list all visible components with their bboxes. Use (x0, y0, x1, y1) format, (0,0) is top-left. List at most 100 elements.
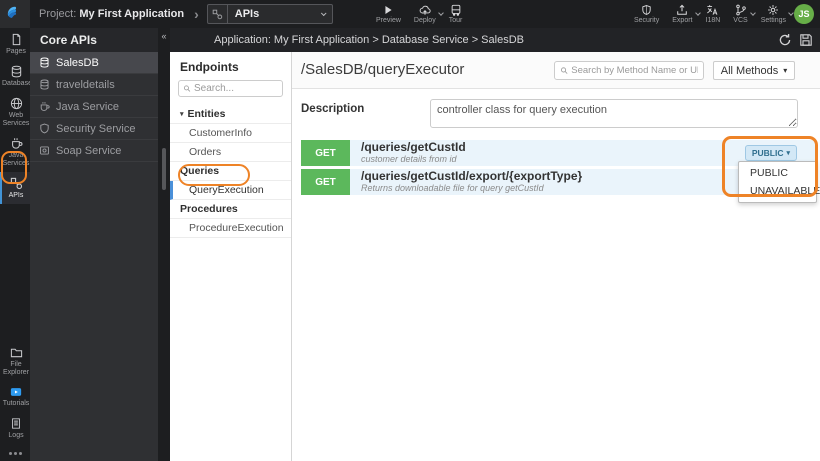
brand-logo-icon[interactable] (0, 0, 30, 28)
endpoint-item-orders[interactable]: Orders (170, 143, 291, 162)
core-apis-item-soap-service[interactable]: Soap Service (30, 140, 158, 162)
breadcrumb-bar: Application: My First Application > Data… (170, 28, 820, 52)
translate-icon (707, 5, 718, 15)
scrollbar-thumb[interactable] (162, 148, 166, 190)
refresh-icon (779, 34, 791, 46)
endpoints-group-procedures[interactable]: Procedures (170, 200, 291, 219)
bus-icon (451, 4, 460, 16)
caret-down-icon: ▾ (783, 66, 788, 75)
workspace-selector-dropdown[interactable]: APIs (206, 4, 333, 24)
database-icon (40, 79, 49, 90)
settings-button[interactable]: Settings (761, 4, 794, 24)
sidebar-item-file-explorer[interactable]: File Explorer (0, 341, 30, 381)
refresh-button[interactable] (778, 33, 792, 47)
project-breadcrumb: Project: My First Application (39, 8, 184, 20)
coffee-icon (40, 102, 50, 111)
method-search[interactable] (554, 61, 704, 80)
database-icon (40, 57, 49, 68)
access-level-dropdown-button[interactable]: PUBLIC ▾ (744, 145, 797, 161)
description-field[interactable]: controller class for query execution (430, 99, 798, 128)
save-button[interactable] (799, 33, 813, 47)
project-label: Project: (39, 8, 77, 20)
shield-icon (40, 123, 49, 134)
toolbar-right: Security Export I18N VCS Settings (634, 0, 794, 28)
access-option-unavailable[interactable]: UNAVAILABLE (739, 182, 820, 200)
access-option-public[interactable]: PUBLIC (739, 164, 816, 182)
method-filter-dropdown[interactable]: All Methods ▾ (713, 61, 795, 80)
endpoint-item-queryexecution[interactable]: QueryExecution (170, 181, 291, 200)
export-button[interactable]: Export (672, 4, 701, 24)
sidebar-item-java-services[interactable]: Java Services (0, 132, 30, 172)
description-label: Description (301, 103, 365, 115)
deploy-button[interactable]: Deploy (414, 4, 444, 24)
chevron-down-icon (437, 10, 444, 16)
chevron-down-icon (788, 10, 794, 16)
more-menu-icon[interactable] (0, 444, 30, 461)
core-apis-item-security-service[interactable]: Security Service (30, 118, 158, 140)
page-icon (12, 33, 20, 46)
endpoints-group-queries[interactable]: Queries (170, 162, 291, 181)
endpoint-item-customerinfo[interactable]: CustomerInfo (170, 124, 291, 143)
query-executor-view: /SalesDB/queryExecutor All Methods ▾ Des… (292, 52, 820, 461)
sidebar-item-apis[interactable]: APIs (0, 172, 30, 205)
tour-button[interactable]: Tour (449, 4, 462, 24)
core-apis-item-salesdb[interactable]: SalesDB (30, 52, 158, 74)
api-icon (208, 5, 228, 23)
gear-icon (768, 5, 779, 15)
panel-collapse-strip: « (158, 28, 170, 461)
description-section: Description controller class for query e… (292, 89, 820, 128)
endpoints-search-input[interactable] (193, 83, 278, 94)
toolbar-center: Preview Deploy Tour (376, 0, 462, 28)
video-play-icon (10, 388, 22, 396)
core-apis-panel: Core APIs SalesDB traveldetails Java Ser… (30, 28, 158, 461)
coffee-icon (11, 138, 22, 149)
caret-down-icon: ▾ (180, 111, 184, 118)
folder-icon (10, 348, 22, 358)
user-avatar[interactable]: JS (794, 4, 814, 24)
vcs-button[interactable]: VCS (733, 4, 756, 24)
database-icon (11, 65, 21, 78)
operation-path: /queries/getCustId/export/{exportType} (361, 169, 583, 184)
sidebar-item-pages[interactable]: Pages (0, 28, 30, 60)
endpoints-panel: Endpoints ▾ Entities CustomerInfo Orders… (170, 52, 292, 461)
sidebar-item-databases[interactable]: Databases (0, 60, 35, 92)
collapse-panel-button[interactable]: « (158, 28, 170, 44)
workspace-selector-value: APIs (234, 8, 260, 20)
endpoints-group-entities[interactable]: ▾ Entities (170, 105, 291, 124)
top-bar: Project: My First Application › APIs Pre… (0, 0, 820, 28)
cloud-upload-icon (419, 5, 431, 15)
method-badge: GET (301, 169, 350, 195)
log-file-icon (12, 418, 20, 429)
method-badge: GET (301, 140, 350, 166)
chevron-down-icon (694, 10, 701, 16)
sidebar-item-web-services[interactable]: Web Services (0, 92, 30, 132)
preview-button[interactable]: Preview (376, 4, 401, 24)
sidebar-item-logs[interactable]: Logs (0, 412, 30, 444)
operation-path: /queries/getCustId (361, 140, 466, 155)
search-icon (561, 67, 568, 74)
branch-icon (735, 4, 746, 16)
breadcrumb: Application: My First Application > Data… (214, 34, 524, 46)
caret-down-icon: ▾ (786, 150, 790, 157)
chevron-down-icon (749, 10, 756, 16)
method-search-input[interactable] (571, 65, 698, 76)
sidebar-item-tutorials[interactable]: Tutorials (0, 381, 30, 412)
i18n-button[interactable]: I18N (706, 4, 720, 24)
soap-icon (40, 146, 49, 155)
chevron-down-icon (320, 10, 327, 17)
core-apis-item-traveldetails[interactable]: traveldetails (30, 74, 158, 96)
play-icon (385, 5, 393, 15)
core-apis-item-java-service[interactable]: Java Service (30, 96, 158, 118)
endpoint-item-procedureexecution[interactable]: ProcedureExecution (170, 219, 291, 238)
api-icon (10, 178, 22, 190)
main-header: /SalesDB/queryExecutor All Methods ▾ (292, 52, 820, 89)
page-title: /SalesDB/queryExecutor (301, 61, 465, 78)
rail-spacer (0, 204, 30, 340)
security-button[interactable]: Security (634, 4, 659, 24)
access-level-menu: PUBLIC UNAVAILABLE (738, 161, 820, 203)
operation-summary: Returns downloadable file for query getC… (361, 182, 544, 193)
endpoints-search[interactable] (178, 80, 283, 97)
endpoints-title: Endpoints (180, 60, 239, 74)
chevron-right-icon: › (194, 6, 199, 22)
save-icon (800, 34, 812, 46)
